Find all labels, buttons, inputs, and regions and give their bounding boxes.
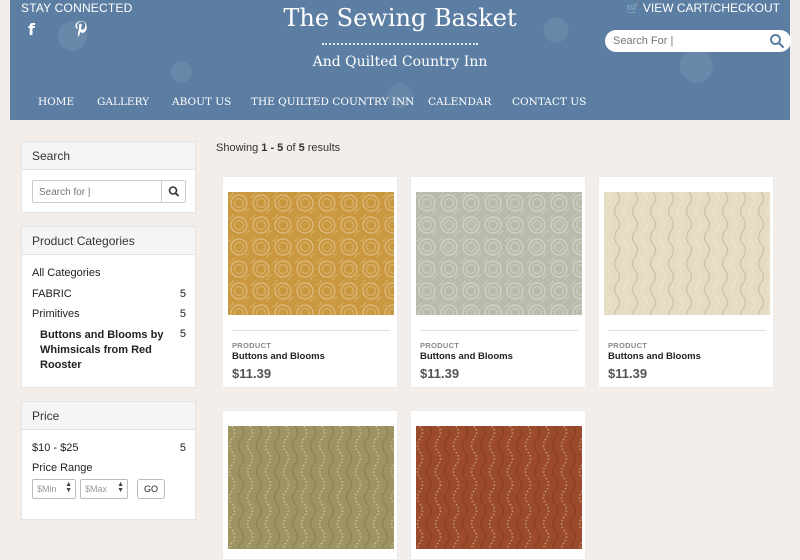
category-label: Buttons and Blooms by Whimsicals from Re…: [40, 329, 164, 371]
product-image[interactable]: [228, 426, 394, 549]
product-name[interactable]: Buttons and Blooms: [608, 351, 701, 362]
product-name[interactable]: Buttons and Blooms: [232, 351, 325, 362]
product-kind: PRODUCT: [420, 341, 460, 350]
site-header: STAY CONNECTED f The Sewing Basket And Q…: [10, 0, 791, 120]
card-divider: [420, 330, 578, 331]
category-label: All Categories: [32, 267, 101, 279]
max-price-placeholder: $Max: [85, 484, 108, 494]
product-card[interactable]: PRODUCT Buttons and Blooms $11.39: [410, 176, 586, 388]
price-range-heading: Price Range: [32, 462, 93, 474]
min-price-input[interactable]: $Min ▲ ▼: [32, 479, 76, 499]
results-of: of: [283, 142, 299, 154]
product-card[interactable]: [410, 410, 586, 560]
product-image[interactable]: [416, 426, 582, 549]
category-count: 5: [179, 328, 186, 340]
card-divider: [232, 330, 390, 331]
category-item-fabric[interactable]: FABRIC 5: [32, 288, 186, 300]
header-search-box[interactable]: [605, 30, 791, 52]
product-price: $11.39: [608, 366, 648, 381]
min-price-placeholder: $Min: [37, 484, 57, 494]
categories-panel-title: Product Categories: [22, 227, 195, 255]
product-image[interactable]: [604, 192, 770, 315]
sidebar-search-button[interactable]: [161, 181, 185, 202]
category-label: FABRIC: [32, 288, 72, 300]
product-name[interactable]: Buttons and Blooms: [420, 351, 513, 362]
site-subtitle: And Quilted Country Inn: [312, 54, 488, 70]
stepper-icon[interactable]: ▲ ▼: [65, 481, 72, 494]
title-divider: [322, 43, 478, 45]
product-price: $11.39: [232, 366, 272, 381]
product-kind: PRODUCT: [608, 341, 648, 350]
cart-icon: 🛒: [626, 3, 640, 15]
price-range-label: $10 - $25: [32, 442, 79, 454]
card-divider: [608, 330, 766, 331]
search-icon[interactable]: [769, 33, 785, 49]
search-icon: [168, 186, 179, 197]
nav-item-quilted-country-inn[interactable]: THE QUILTED COUNTRY INN: [251, 96, 414, 108]
search-panel-title: Search: [22, 142, 195, 170]
nav-item-home[interactable]: HOME: [38, 96, 74, 108]
results-count: Showing 1 - 5 of 5 results: [216, 142, 340, 154]
results-suffix: results: [304, 142, 341, 154]
categories-panel: Product Categories All Categories FABRIC…: [21, 226, 196, 388]
sidebar-search-box[interactable]: [32, 180, 186, 203]
category-item-primitives[interactable]: Primitives 5: [32, 308, 186, 320]
view-cart-label: VIEW CART/CHECKOUT: [642, 1, 780, 15]
product-kind: PRODUCT: [232, 341, 272, 350]
price-go-button[interactable]: GO: [137, 479, 165, 499]
results-prefix: Showing: [216, 142, 262, 154]
nav-item-about-us[interactable]: ABOUT US: [172, 96, 231, 108]
category-count: 5: [179, 288, 186, 300]
product-image[interactable]: [228, 192, 394, 315]
category-label: Primitives: [32, 308, 80, 320]
category-count: 5: [179, 308, 186, 320]
results-range: 1 - 5: [261, 142, 284, 154]
product-card[interactable]: PRODUCT Buttons and Blooms $11.39: [598, 176, 774, 388]
price-panel: Price $10 - $25 5 Price Range $Min ▲ ▼ $M…: [21, 401, 196, 520]
product-image[interactable]: [416, 192, 582, 315]
category-item-buttons-and-blooms[interactable]: Buttons and Blooms by Whimsicals from Re…: [32, 328, 186, 373]
view-cart-link[interactable]: 🛒 VIEW CART/CHECKOUT: [626, 1, 780, 15]
search-panel: Search: [21, 141, 196, 213]
category-item-all[interactable]: All Categories: [32, 267, 186, 279]
stepper-icon[interactable]: ▲ ▼: [117, 481, 124, 494]
product-card[interactable]: PRODUCT Buttons and Blooms $11.39: [222, 176, 398, 388]
nav-item-calendar[interactable]: CALENDAR: [428, 96, 491, 108]
max-price-input[interactable]: $Max ▲ ▼: [80, 479, 128, 499]
nav-item-gallery[interactable]: GALLERY: [97, 96, 149, 108]
nav-item-contact-us[interactable]: CONTACT US: [512, 96, 586, 108]
price-panel-title: Price: [22, 402, 195, 430]
price-range-option[interactable]: $10 - $25 5: [32, 442, 186, 454]
price-range-count: 5: [179, 442, 186, 454]
header-search-input[interactable]: [613, 33, 753, 49]
sidebar-search-input[interactable]: [39, 185, 149, 199]
product-price: $11.39: [420, 366, 460, 381]
product-card[interactable]: [222, 410, 398, 560]
